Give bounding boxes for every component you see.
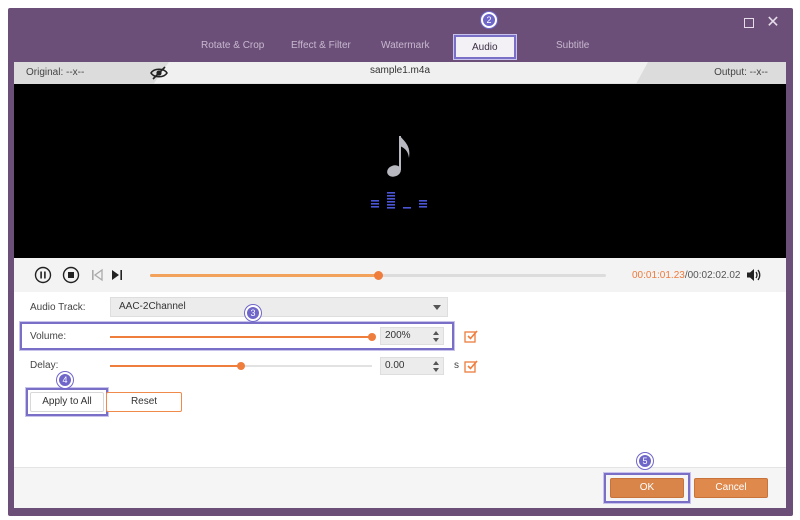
skip-forward-icon[interactable] bbox=[110, 268, 124, 285]
volume-decrease-arrow[interactable] bbox=[433, 338, 439, 342]
volume-value: 200% bbox=[385, 330, 411, 341]
volume-slider-handle[interactable] bbox=[368, 333, 376, 341]
player-controls: 00:01:01.23/00:02:02.02 bbox=[14, 258, 786, 292]
delay-increase-arrow[interactable] bbox=[433, 361, 439, 365]
current-time: 00:01:01.23 bbox=[632, 270, 685, 281]
delay-slider-fill bbox=[110, 365, 241, 367]
step-marker-4: 4 bbox=[57, 372, 73, 388]
apply-volume-icon[interactable] bbox=[464, 329, 478, 346]
step-marker-3: 3 bbox=[245, 305, 261, 321]
ok-button[interactable]: OK bbox=[610, 478, 684, 498]
tab-subtitle[interactable]: Subtitle bbox=[556, 40, 589, 51]
tab-watermark[interactable]: Watermark bbox=[381, 40, 430, 51]
step-marker-2: 2 bbox=[481, 12, 497, 28]
chevron-down-icon bbox=[433, 305, 441, 310]
info-bar: Original: --x-- sample1.m4a Output: --x-… bbox=[14, 62, 786, 84]
delay-slider-handle[interactable] bbox=[237, 362, 245, 370]
reset-button[interactable]: Reset bbox=[106, 392, 182, 412]
volume-slider-fill bbox=[110, 336, 372, 338]
tab-effect-filter[interactable]: Effect & Filter bbox=[291, 40, 351, 51]
pause-icon[interactable] bbox=[34, 266, 52, 287]
delay-input[interactable]: 0.00 bbox=[380, 357, 444, 375]
cancel-button[interactable]: Cancel bbox=[694, 478, 768, 498]
editor-panel: Original: --x-- sample1.m4a Output: --x-… bbox=[14, 62, 786, 508]
tab-audio[interactable]: Audio bbox=[454, 35, 516, 59]
playback-progress-handle[interactable] bbox=[374, 271, 383, 280]
audio-track-value: AAC-2Channel bbox=[119, 301, 186, 312]
delay-decrease-arrow[interactable] bbox=[433, 368, 439, 372]
output-resolution: Output: --x-- bbox=[636, 62, 786, 84]
delay-label: Delay: bbox=[30, 360, 59, 371]
volume-slider[interactable] bbox=[110, 333, 376, 341]
delay-value: 0.00 bbox=[385, 360, 405, 371]
tab-bar: Rotate & Crop Effect & Filter Watermark … bbox=[8, 35, 793, 59]
stop-icon[interactable] bbox=[62, 266, 80, 287]
delay-slider[interactable] bbox=[110, 362, 372, 370]
delay-unit: s bbox=[454, 360, 459, 371]
total-time: 00:02:02.02 bbox=[687, 270, 741, 281]
volume-icon[interactable] bbox=[746, 268, 762, 285]
apply-to-all-button[interactable]: Apply to All bbox=[30, 392, 104, 412]
audio-track-select[interactable]: AAC-2Channel bbox=[110, 297, 448, 317]
tab-rotate-crop[interactable]: Rotate & Crop bbox=[201, 40, 264, 51]
close-icon[interactable]: ✕ bbox=[766, 15, 780, 31]
step-marker-5: 5 bbox=[637, 453, 653, 469]
apply-delay-icon[interactable] bbox=[464, 359, 478, 376]
playback-progress-track[interactable] bbox=[150, 271, 606, 280]
audio-track-label: Audio Track: bbox=[30, 302, 86, 313]
preview-area bbox=[14, 84, 786, 258]
time-display: 00:01:01.23/00:02:02.02 bbox=[632, 270, 740, 281]
volume-input[interactable]: 200% bbox=[380, 327, 444, 345]
volume-label: Volume: bbox=[30, 331, 67, 342]
music-note-icon bbox=[383, 134, 413, 183]
skip-back-icon[interactable] bbox=[90, 268, 104, 285]
volume-increase-arrow[interactable] bbox=[433, 331, 439, 335]
playback-progress-fill bbox=[150, 274, 378, 277]
equalizer-icon bbox=[371, 192, 431, 213]
maximize-icon[interactable] bbox=[742, 16, 756, 30]
footer-bar: OK Cancel bbox=[14, 467, 786, 508]
audio-editor-window: ✕ Rotate & Crop Effect & Filter Watermar… bbox=[8, 8, 793, 516]
